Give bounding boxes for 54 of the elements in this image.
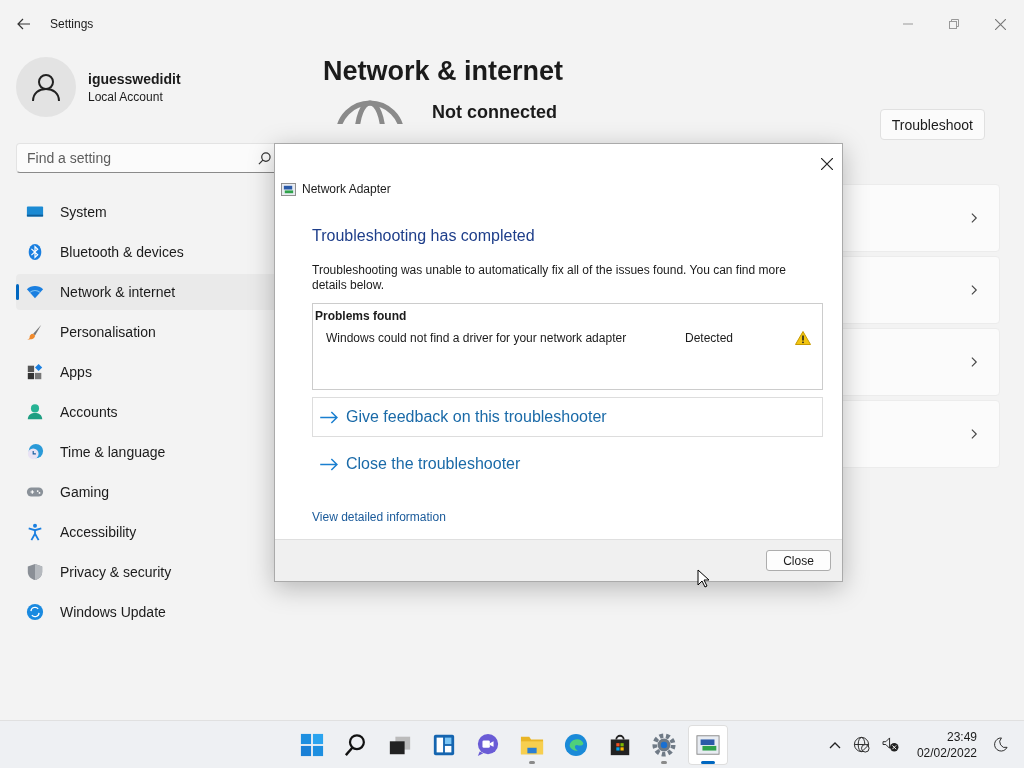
moon-icon[interactable] (993, 737, 1008, 752)
wifi-icon (26, 283, 44, 301)
volume-muted-icon[interactable] (881, 737, 899, 752)
arrow-right-icon (320, 457, 339, 471)
nav-item[interactable]: Apps (16, 354, 283, 390)
window-title: Settings (50, 17, 94, 31)
problem-status: Detected (685, 331, 735, 345)
bluetooth-icon (26, 243, 44, 261)
account-type: Local Account (88, 89, 164, 104)
dialog-heading: Troubleshooting has completed (312, 227, 536, 245)
chevron-right-icon (971, 284, 978, 296)
clock-icon (26, 443, 44, 461)
arrow-right-icon (320, 410, 339, 424)
back-icon[interactable] (17, 18, 31, 30)
problems-header: Problems found (315, 309, 407, 323)
search-icon[interactable] (258, 152, 271, 165)
accessibility-icon (26, 523, 44, 541)
close-button[interactable]: Close (766, 550, 831, 571)
dialog-title: Network Adapter (302, 182, 391, 196)
chevron-right-icon (971, 356, 978, 368)
apps-icon (26, 363, 44, 381)
nav-item[interactable]: System (16, 194, 283, 230)
nav-item[interactable]: Gaming (16, 474, 283, 510)
nav-item[interactable]: Bluetooth & devices (16, 234, 283, 270)
connection-status: Not connected (432, 102, 557, 123)
chevron-up-icon[interactable] (828, 740, 841, 749)
detail-link[interactable]: View detailed information (312, 510, 446, 524)
dialog-message: Troubleshooting was unable to automatically fix all of the issues found. You can find more details below. (312, 263, 787, 293)
person-icon (26, 403, 44, 421)
nav-item[interactable]: Privacy & security (16, 554, 283, 590)
nav-item[interactable]: Personalisation (16, 314, 283, 350)
network-adapter-icon (281, 182, 296, 196)
nav-item[interactable]: Accessibility (16, 514, 283, 550)
command-link[interactable]: Give feedback on this troubleshooter (312, 397, 823, 437)
warning-icon (795, 331, 811, 345)
page-title: Network & internet (323, 56, 565, 87)
chevron-right-icon (971, 212, 978, 224)
shield-icon (26, 563, 44, 581)
account-name: iguesswedidit (88, 70, 181, 87)
problem-description: Windows could not find a driver for your network adapter (326, 331, 628, 345)
globe-icon (335, 100, 405, 124)
command-link[interactable]: Close the troubleshooter (312, 444, 823, 484)
maximize-icon[interactable] (949, 19, 959, 29)
clock-date[interactable]: 02/02/2022 (916, 745, 977, 760)
sync-icon (26, 603, 44, 621)
network-adapter-icon[interactable] (688, 724, 728, 765)
globe-icon[interactable] (852, 736, 870, 753)
nav-item[interactable]: Time & language (16, 434, 283, 470)
clock-time[interactable]: 23:49 (946, 729, 977, 744)
chevron-right-icon (971, 428, 978, 440)
nav-item[interactable]: Windows Update (16, 594, 283, 630)
nav-item[interactable]: Accounts (16, 394, 283, 430)
troubleshoot-button[interactable]: Troubleshoot (879, 109, 985, 140)
close-icon[interactable] (821, 158, 833, 170)
